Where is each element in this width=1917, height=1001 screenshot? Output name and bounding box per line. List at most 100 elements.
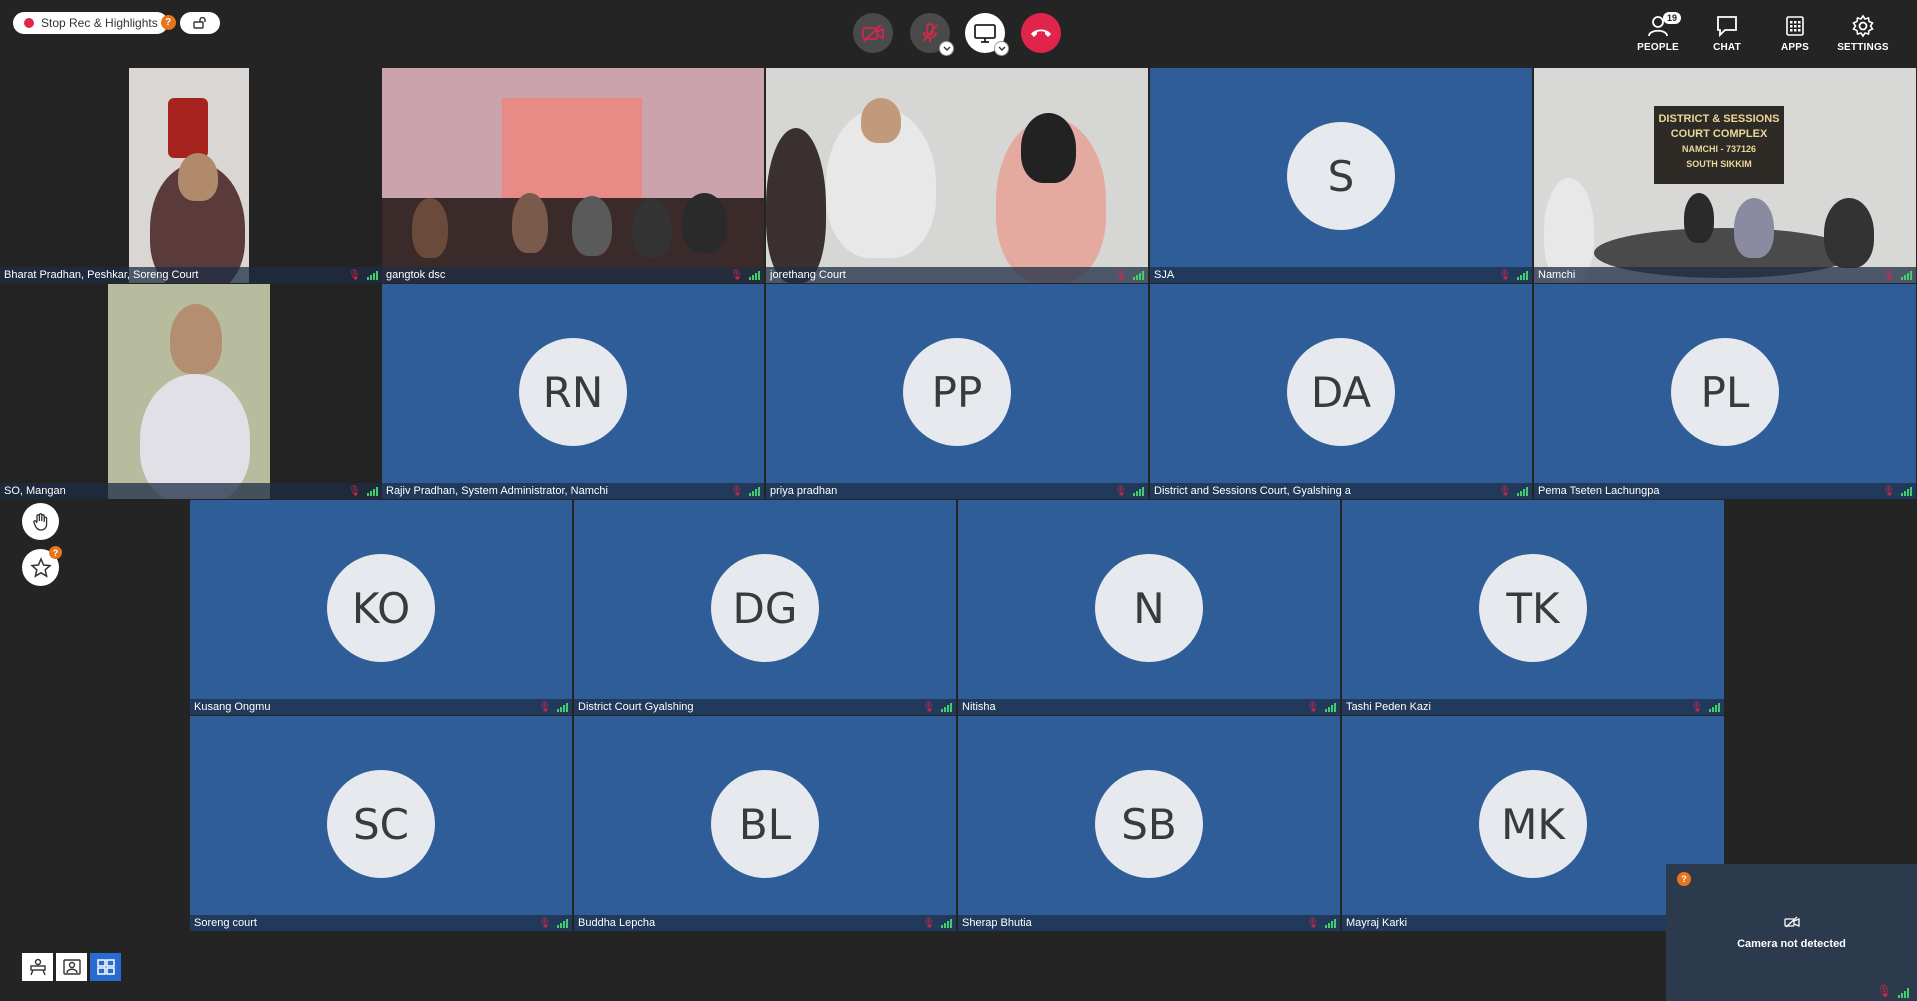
participant-tile[interactable]: SO, Mangan 🎙	[0, 284, 382, 499]
participant-tile[interactable]: DA District and Sessions Court, Gyalshin…	[1150, 284, 1532, 499]
participant-namebar: District Court Gyalshing 🎙	[574, 699, 956, 715]
participant-tile[interactable]: DISTRICT & SESSIONS COURT COMPLEX NAMCHI…	[1534, 68, 1916, 283]
participant-tile[interactable]: PP priya pradhan 🎙	[766, 284, 1148, 499]
participant-name: Nitisha	[962, 701, 996, 713]
layout-speaker-button[interactable]	[56, 953, 87, 981]
layout-presenter-button[interactable]	[22, 953, 53, 981]
participant-tile[interactable]: N Nitisha 🎙	[958, 500, 1340, 715]
mic-muted-icon: 🎙	[730, 269, 743, 281]
participant-namebar: Soreng court 🎙	[190, 915, 572, 931]
chat-icon	[1717, 16, 1737, 38]
participant-name: SO, Mangan	[4, 485, 66, 497]
participant-name: priya pradhan	[770, 485, 838, 497]
hang-up-icon	[1031, 29, 1051, 37]
star-help-icon[interactable]: ?	[49, 546, 62, 559]
mic-muted-icon: 🎙	[922, 701, 935, 713]
participant-avatar: DA	[1287, 338, 1395, 446]
mic-muted-icon: 🎙	[1876, 984, 1892, 998]
court-sign-line4: SOUTH SIKKIM	[1686, 159, 1752, 169]
signal-strength-icon	[1901, 270, 1912, 280]
mic-muted-icon: 🎙	[1306, 917, 1319, 929]
presenter-layout-icon	[29, 958, 46, 976]
participant-video	[0, 284, 382, 499]
participant-tile[interactable]: SB Sherap Bhutia 🎙	[958, 716, 1340, 931]
microphone-muted-icon	[922, 23, 938, 42]
participant-video	[0, 68, 382, 283]
participant-tile[interactable]: jorethang Court 🎙	[766, 68, 1148, 283]
self-view-panel[interactable]: ? Camera not detected 🎙	[1666, 864, 1917, 1001]
participant-namebar: priya pradhan 🎙	[766, 483, 1148, 499]
participant-avatar: PL	[1671, 338, 1779, 446]
participant-name: District Court Gyalshing	[578, 701, 694, 713]
self-view-help-icon[interactable]: ?	[1677, 872, 1691, 886]
participant-tile[interactable]: SC Soreng court 🎙	[190, 716, 572, 931]
participant-tile[interactable]: gangtok dsc 🎙	[382, 68, 764, 283]
participant-name: Soreng court	[194, 917, 257, 929]
participant-avatar: RN	[519, 338, 627, 446]
court-sign: DISTRICT & SESSIONS COURT COMPLEX NAMCHI…	[1654, 106, 1784, 184]
participant-name: jorethang Court	[770, 269, 846, 281]
participant-namebar: Nitisha 🎙	[958, 699, 1340, 715]
highlight-star-button[interactable]: ?	[22, 546, 62, 586]
signal-strength-icon	[367, 270, 378, 280]
leave-call-button[interactable]	[1021, 13, 1061, 53]
participant-namebar: Tashi Peden Kazi 🎙	[1342, 699, 1724, 715]
participant-tile[interactable]: PL Pema Tseten Lachungpa 🎙	[1534, 284, 1916, 499]
layout-switcher	[22, 953, 121, 981]
signal-strength-icon	[1325, 918, 1336, 928]
participant-video: DISTRICT & SESSIONS COURT COMPLEX NAMCHI…	[1534, 68, 1916, 283]
participant-namebar: Namchi 🎙	[1534, 267, 1916, 283]
participant-tile[interactable]: KO Kusang Ongmu 🎙	[190, 500, 572, 715]
star-icon	[29, 556, 52, 578]
signal-strength-icon	[1325, 702, 1336, 712]
participant-tile[interactable]: Bharat Pradhan, Peshkar, Soreng Court 🎙	[0, 68, 382, 283]
participant-avatar: PP	[903, 338, 1011, 446]
participant-namebar: Sherap Bhutia 🎙	[958, 915, 1340, 931]
camera-off-icon	[862, 24, 884, 42]
meeting-window: Stop Rec & Highlights ? 19 PEOPLE CHAT A…	[0, 0, 1917, 1001]
participant-namebar: SJA 🎙	[1150, 267, 1532, 283]
participant-avatar: TK	[1479, 554, 1587, 662]
layout-grid-button[interactable]	[90, 953, 121, 981]
participant-name: Tashi Peden Kazi	[1346, 701, 1431, 713]
grid-layout-icon	[96, 959, 115, 975]
apps-button[interactable]: APPS	[1760, 14, 1830, 53]
chat-button[interactable]: CHAT	[1692, 14, 1762, 53]
participant-tile[interactable]: BL Buddha Lepcha 🎙	[574, 716, 956, 931]
mic-muted-icon: 🎙	[1114, 485, 1127, 497]
raise-hand-button[interactable]	[22, 503, 59, 540]
mic-muted-icon: 🎙	[538, 701, 551, 713]
participant-name: Sherap Bhutia	[962, 917, 1032, 929]
camera-toggle-button[interactable]	[853, 13, 893, 53]
screen-share-button[interactable]	[965, 13, 1009, 56]
participant-tile[interactable]: TK Tashi Peden Kazi 🎙	[1342, 500, 1724, 715]
recording-help-icon[interactable]: ?	[160, 15, 176, 30]
participant-namebar: Buddha Lepcha 🎙	[574, 915, 956, 931]
court-sign-line3: NAMCHI - 737126	[1681, 144, 1757, 154]
gear-icon	[1852, 14, 1874, 38]
mic-muted-icon: 🎙	[1498, 485, 1511, 497]
participant-name: gangtok dsc	[386, 269, 446, 281]
mic-muted-icon: 🎙	[730, 485, 743, 497]
mic-muted-icon: 🎙	[1114, 269, 1127, 281]
participant-name: Bharat Pradhan, Peshkar, Soreng Court	[4, 269, 199, 281]
participant-namebar: Kusang Ongmu 🎙	[190, 699, 572, 715]
participant-name: Kusang Ongmu	[194, 701, 271, 713]
participant-tile[interactable]: DG District Court Gyalshing 🎙	[574, 500, 956, 715]
chat-label: CHAT	[1713, 42, 1741, 53]
stop-recording-button[interactable]: Stop Rec & Highlights ?	[13, 12, 176, 34]
participant-tile[interactable]: S SJA 🎙	[1150, 68, 1532, 283]
participant-avatar: DG	[711, 554, 819, 662]
settings-button[interactable]: SETTINGS	[1828, 14, 1898, 53]
screen-share-options-chevron-icon[interactable]	[994, 41, 1009, 56]
participant-namebar: Bharat Pradhan, Peshkar, Soreng Court 🎙	[0, 267, 382, 283]
signal-strength-icon	[367, 486, 378, 496]
participant-tile[interactable]: RN Rajiv Pradhan, System Administrator, …	[382, 284, 764, 499]
signal-strength-icon	[1901, 486, 1912, 496]
microphone-toggle-button[interactable]	[910, 13, 954, 56]
microphone-options-chevron-icon[interactable]	[939, 41, 954, 56]
participant-name: Mayraj Karki	[1346, 917, 1408, 929]
signal-strength-icon	[749, 486, 760, 496]
pin-toggle-button[interactable]	[180, 12, 220, 34]
people-button[interactable]: 19 PEOPLE	[1623, 12, 1693, 53]
